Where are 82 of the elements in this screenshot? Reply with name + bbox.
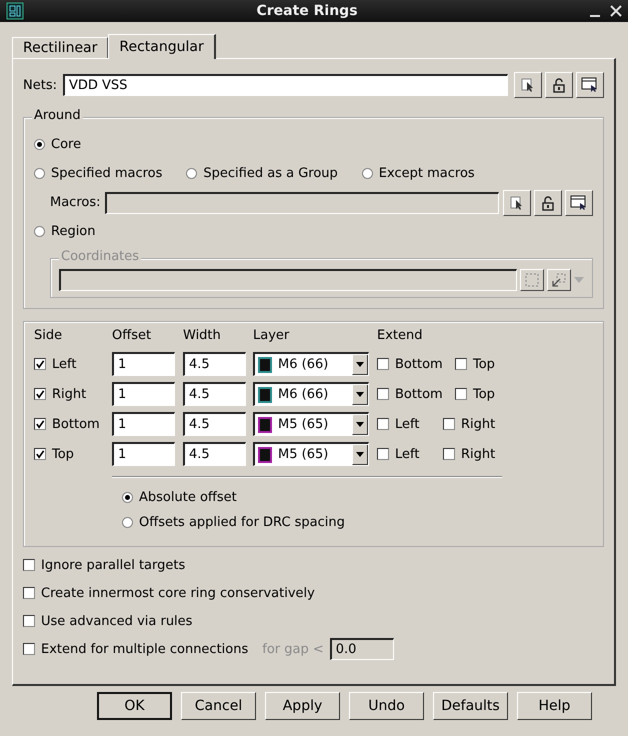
tab[interactable]: Rectilinear [12, 37, 108, 58]
radio-button[interactable]: Offsets applied for DRC spacing [122, 515, 593, 530]
layer-dropdown[interactable]: M6 (66) [253, 352, 369, 376]
app-icon [6, 2, 24, 20]
radio-button[interactable]: Core [34, 137, 82, 152]
radio-button[interactable]: Specified macros [34, 166, 162, 181]
select-button[interactable] [514, 72, 542, 98]
checkbox[interactable]: Top [455, 356, 593, 372]
layer-dropdown[interactable]: M6 (66) [253, 382, 369, 406]
width-field[interactable]: 4.5 [183, 382, 246, 406]
checkmark-icon [35, 388, 45, 400]
width-field[interactable]: 4.5 [183, 442, 246, 466]
checkbox[interactable]: Top [34, 446, 112, 462]
column-header: Extend [377, 328, 424, 345]
dialog-button[interactable]: Apply [265, 692, 340, 720]
dialog-button[interactable]: Help [517, 692, 592, 720]
offset-field[interactable]: 1 [112, 382, 175, 406]
dialog-button[interactable]: Defaults [433, 692, 508, 720]
caret-down-icon [356, 422, 364, 426]
checkbox[interactable]: Left [34, 356, 112, 372]
dialog-button[interactable]: OK [97, 692, 172, 720]
field-label: Nets: [23, 78, 57, 92]
checkmark-icon [35, 358, 45, 370]
window-title: Create Rings [255, 3, 359, 19]
checkbox[interactable]: Left [377, 416, 443, 432]
checkbox[interactable]: Left [377, 446, 443, 462]
padlock-icon [551, 77, 567, 93]
browse-button[interactable] [576, 72, 604, 98]
window-icon [570, 194, 588, 210]
checkbox[interactable]: Right [443, 416, 593, 432]
minimize-icon [590, 15, 600, 17]
coordinates-field[interactable] [59, 269, 517, 291]
pointer-icon [509, 194, 525, 210]
select-button[interactable] [503, 190, 531, 216]
layer-dropdown[interactable]: M5 (65) [253, 412, 369, 436]
checkbox[interactable]: Extend for multiple connections [23, 642, 248, 656]
checkbox[interactable]: Bottom [34, 416, 112, 432]
pointer-icon [520, 77, 536, 93]
corner-arrow-icon [551, 272, 567, 288]
radio-button[interactable]: Specified as a Group [186, 166, 338, 181]
checkbox[interactable]: Right [443, 446, 593, 462]
nets-field[interactable]: VDD VSS [62, 74, 508, 96]
width-field[interactable]: 4.5 [183, 352, 246, 376]
checkbox[interactable]: Top [455, 386, 593, 402]
field-label: for gap < [262, 642, 324, 656]
checkbox[interactable]: Right [34, 386, 112, 402]
column-header: Layer [253, 328, 290, 345]
dashed-box-icon [524, 272, 540, 288]
lock-button[interactable] [545, 72, 573, 98]
checkmark-icon [35, 418, 45, 430]
checkmark-icon [35, 448, 45, 460]
caret-down-icon [356, 452, 364, 456]
browse-button[interactable] [565, 190, 593, 216]
dialog-button[interactable]: Cancel [181, 692, 256, 720]
offset-field[interactable]: 1 [112, 352, 175, 376]
caret-down-icon [356, 362, 364, 366]
column-header: Offset [112, 328, 152, 345]
lock-button[interactable] [534, 190, 562, 216]
checkbox[interactable]: Bottom [377, 356, 455, 372]
caret-down-icon [356, 392, 364, 396]
point-button[interactable] [547, 269, 571, 291]
layer-dropdown[interactable]: M5 (65) [253, 442, 369, 466]
dropdown-caret-icon [574, 277, 584, 283]
box-select-button[interactable] [520, 269, 544, 291]
radio-button[interactable]: Absolute offset [122, 490, 593, 505]
field-label: Macros: [50, 195, 100, 210]
tab[interactable]: Rectangular [108, 34, 216, 59]
offset-field[interactable]: 1 [112, 412, 175, 436]
checkbox[interactable]: Ignore parallel targets [23, 558, 186, 572]
checkbox[interactable]: Use advanced via rules [23, 614, 192, 628]
padlock-icon [540, 194, 556, 210]
column-header: Side [34, 328, 64, 345]
window-icon [581, 77, 599, 93]
close-icon [610, 5, 622, 17]
column-header: Width [183, 328, 222, 345]
width-field[interactable]: 4.5 [183, 412, 246, 436]
checkbox[interactable]: Bottom [377, 386, 455, 402]
radio-button[interactable]: Except macros [362, 166, 475, 181]
checkbox[interactable]: Create innermost core ring conservatively [23, 586, 315, 600]
radio-button[interactable]: Region [34, 224, 96, 239]
offset-field[interactable]: 1 [112, 442, 175, 466]
dialog-button[interactable]: Undo [349, 692, 424, 720]
